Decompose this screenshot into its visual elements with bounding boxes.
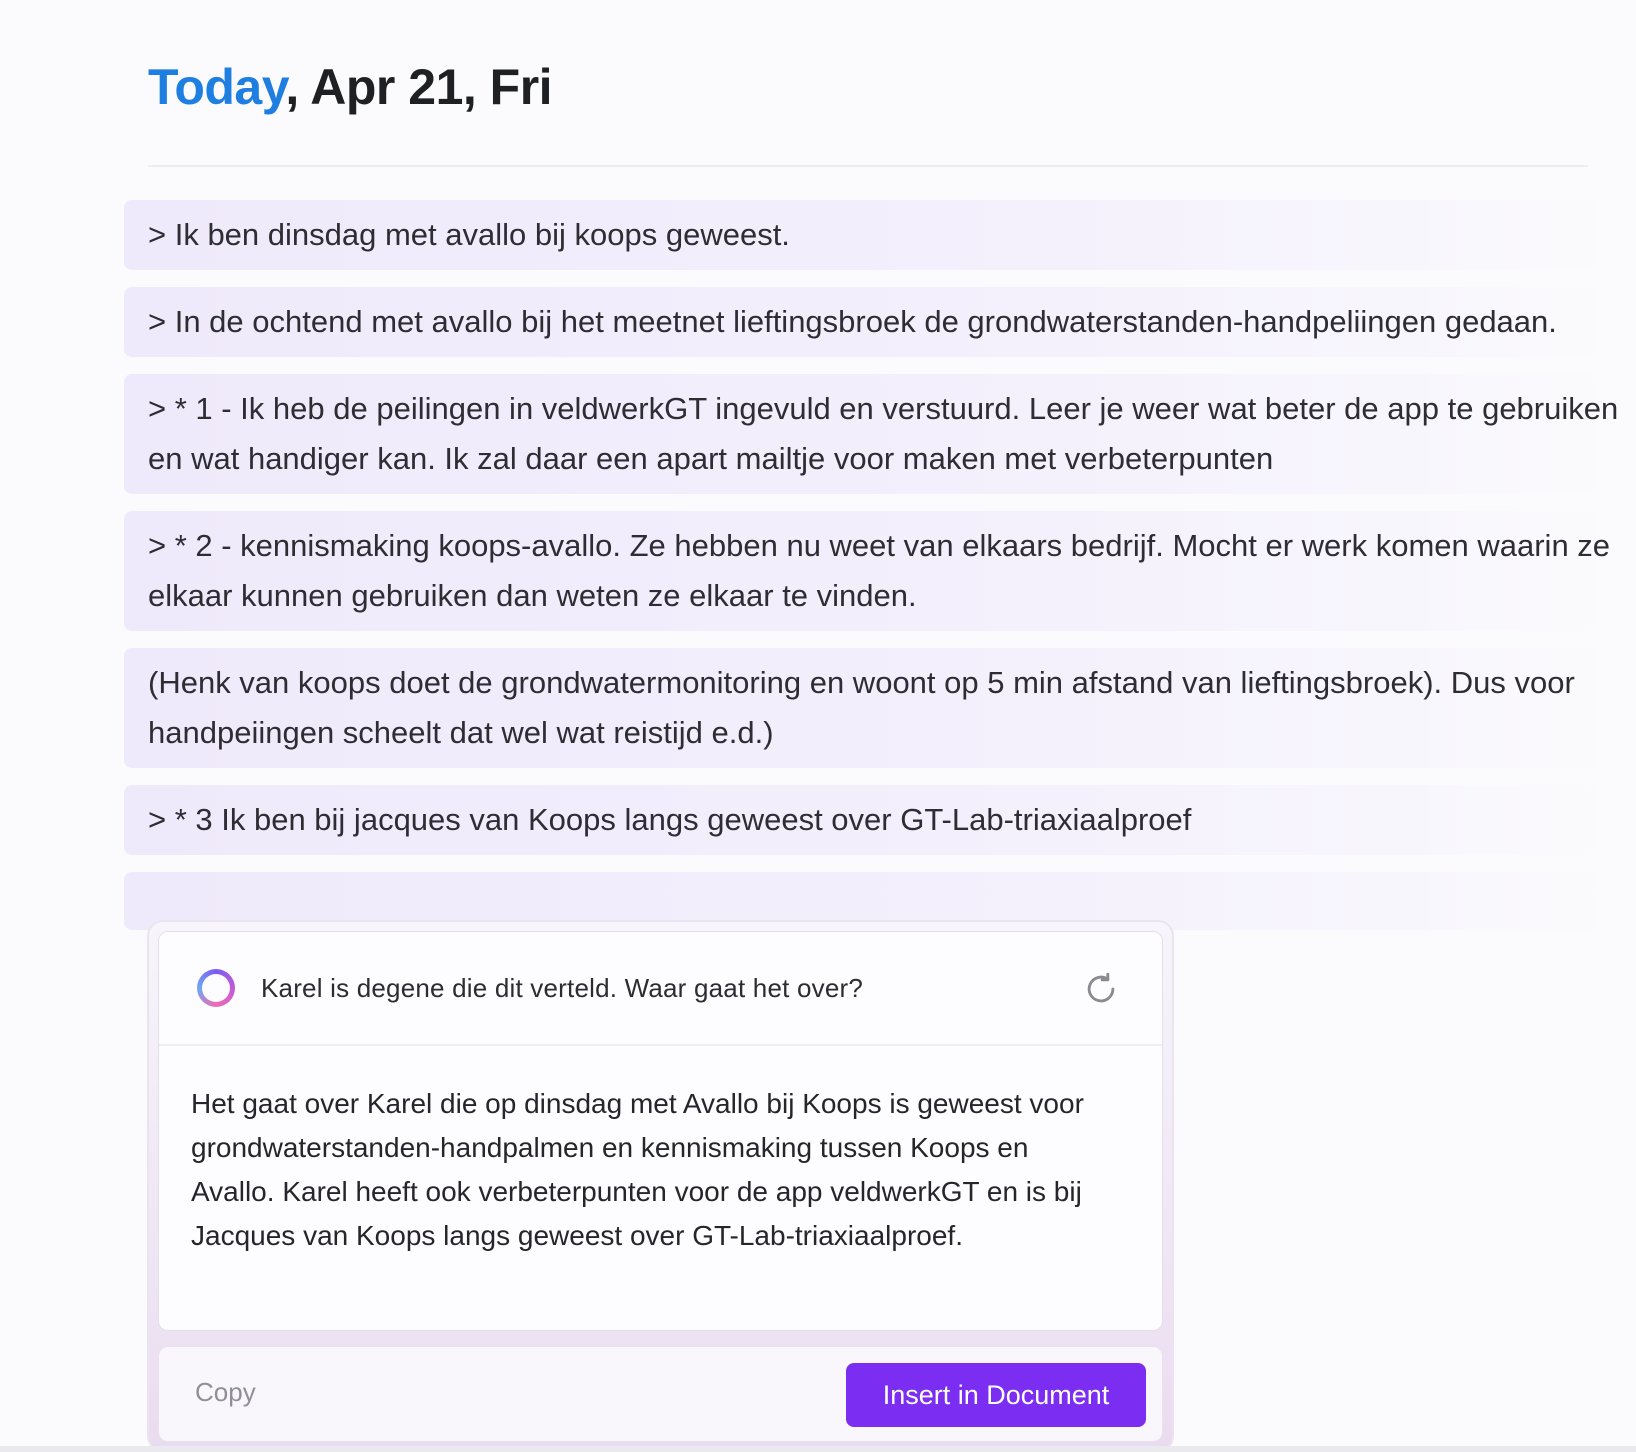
date-label: , Apr 21, Fri xyxy=(285,59,553,115)
ai-question-text: Karel is degene die dit verteld. Waar ga… xyxy=(261,972,864,1003)
journal-page: Today, Apr 21, Fri > Ik ben dinsdag met … xyxy=(0,0,1636,1452)
text-block[interactable]: > * 1 - Ik heb de peilingen in veldwerkG… xyxy=(124,374,1624,494)
page-title: Today, Apr 21, Fri xyxy=(148,58,553,116)
text-block[interactable]: > * 3 Ik ben bij jacques van Koops langs… xyxy=(124,785,1624,855)
text-block[interactable]: > Ik ben dinsdag met avallo bij koops ge… xyxy=(124,200,1624,270)
ai-question-row: Karel is degene die dit verteld. Waar ga… xyxy=(159,932,1162,1046)
ai-response-card: Karel is degene die dit verteld. Waar ga… xyxy=(158,931,1163,1331)
copy-button[interactable]: Copy xyxy=(195,1377,256,1408)
ai-assistant-panel: Karel is degene die dit verteld. Waar ga… xyxy=(147,920,1174,1452)
ai-answer-text: Het gaat over Karel die op dinsdag met A… xyxy=(191,1088,1084,1251)
text-block[interactable]: > * 2 - kennismaking koops-avallo. Ze he… xyxy=(124,511,1624,631)
insert-in-document-button[interactable]: Insert in Document xyxy=(846,1363,1146,1427)
title-divider xyxy=(148,165,1588,167)
text-block[interactable]: > In de ochtend met avallo bij het meetn… xyxy=(124,287,1624,357)
document-blocks: > Ik ben dinsdag met avallo bij koops ge… xyxy=(124,200,1624,947)
ai-ring-icon xyxy=(197,969,235,1007)
today-label[interactable]: Today xyxy=(148,59,286,115)
bottom-divider xyxy=(0,1446,1636,1452)
refresh-icon[interactable] xyxy=(1082,970,1120,1008)
text-block[interactable]: (Henk van koops doet de grondwatermonito… xyxy=(124,648,1624,768)
ai-actions-bar: Copy Insert in Document xyxy=(158,1346,1163,1442)
